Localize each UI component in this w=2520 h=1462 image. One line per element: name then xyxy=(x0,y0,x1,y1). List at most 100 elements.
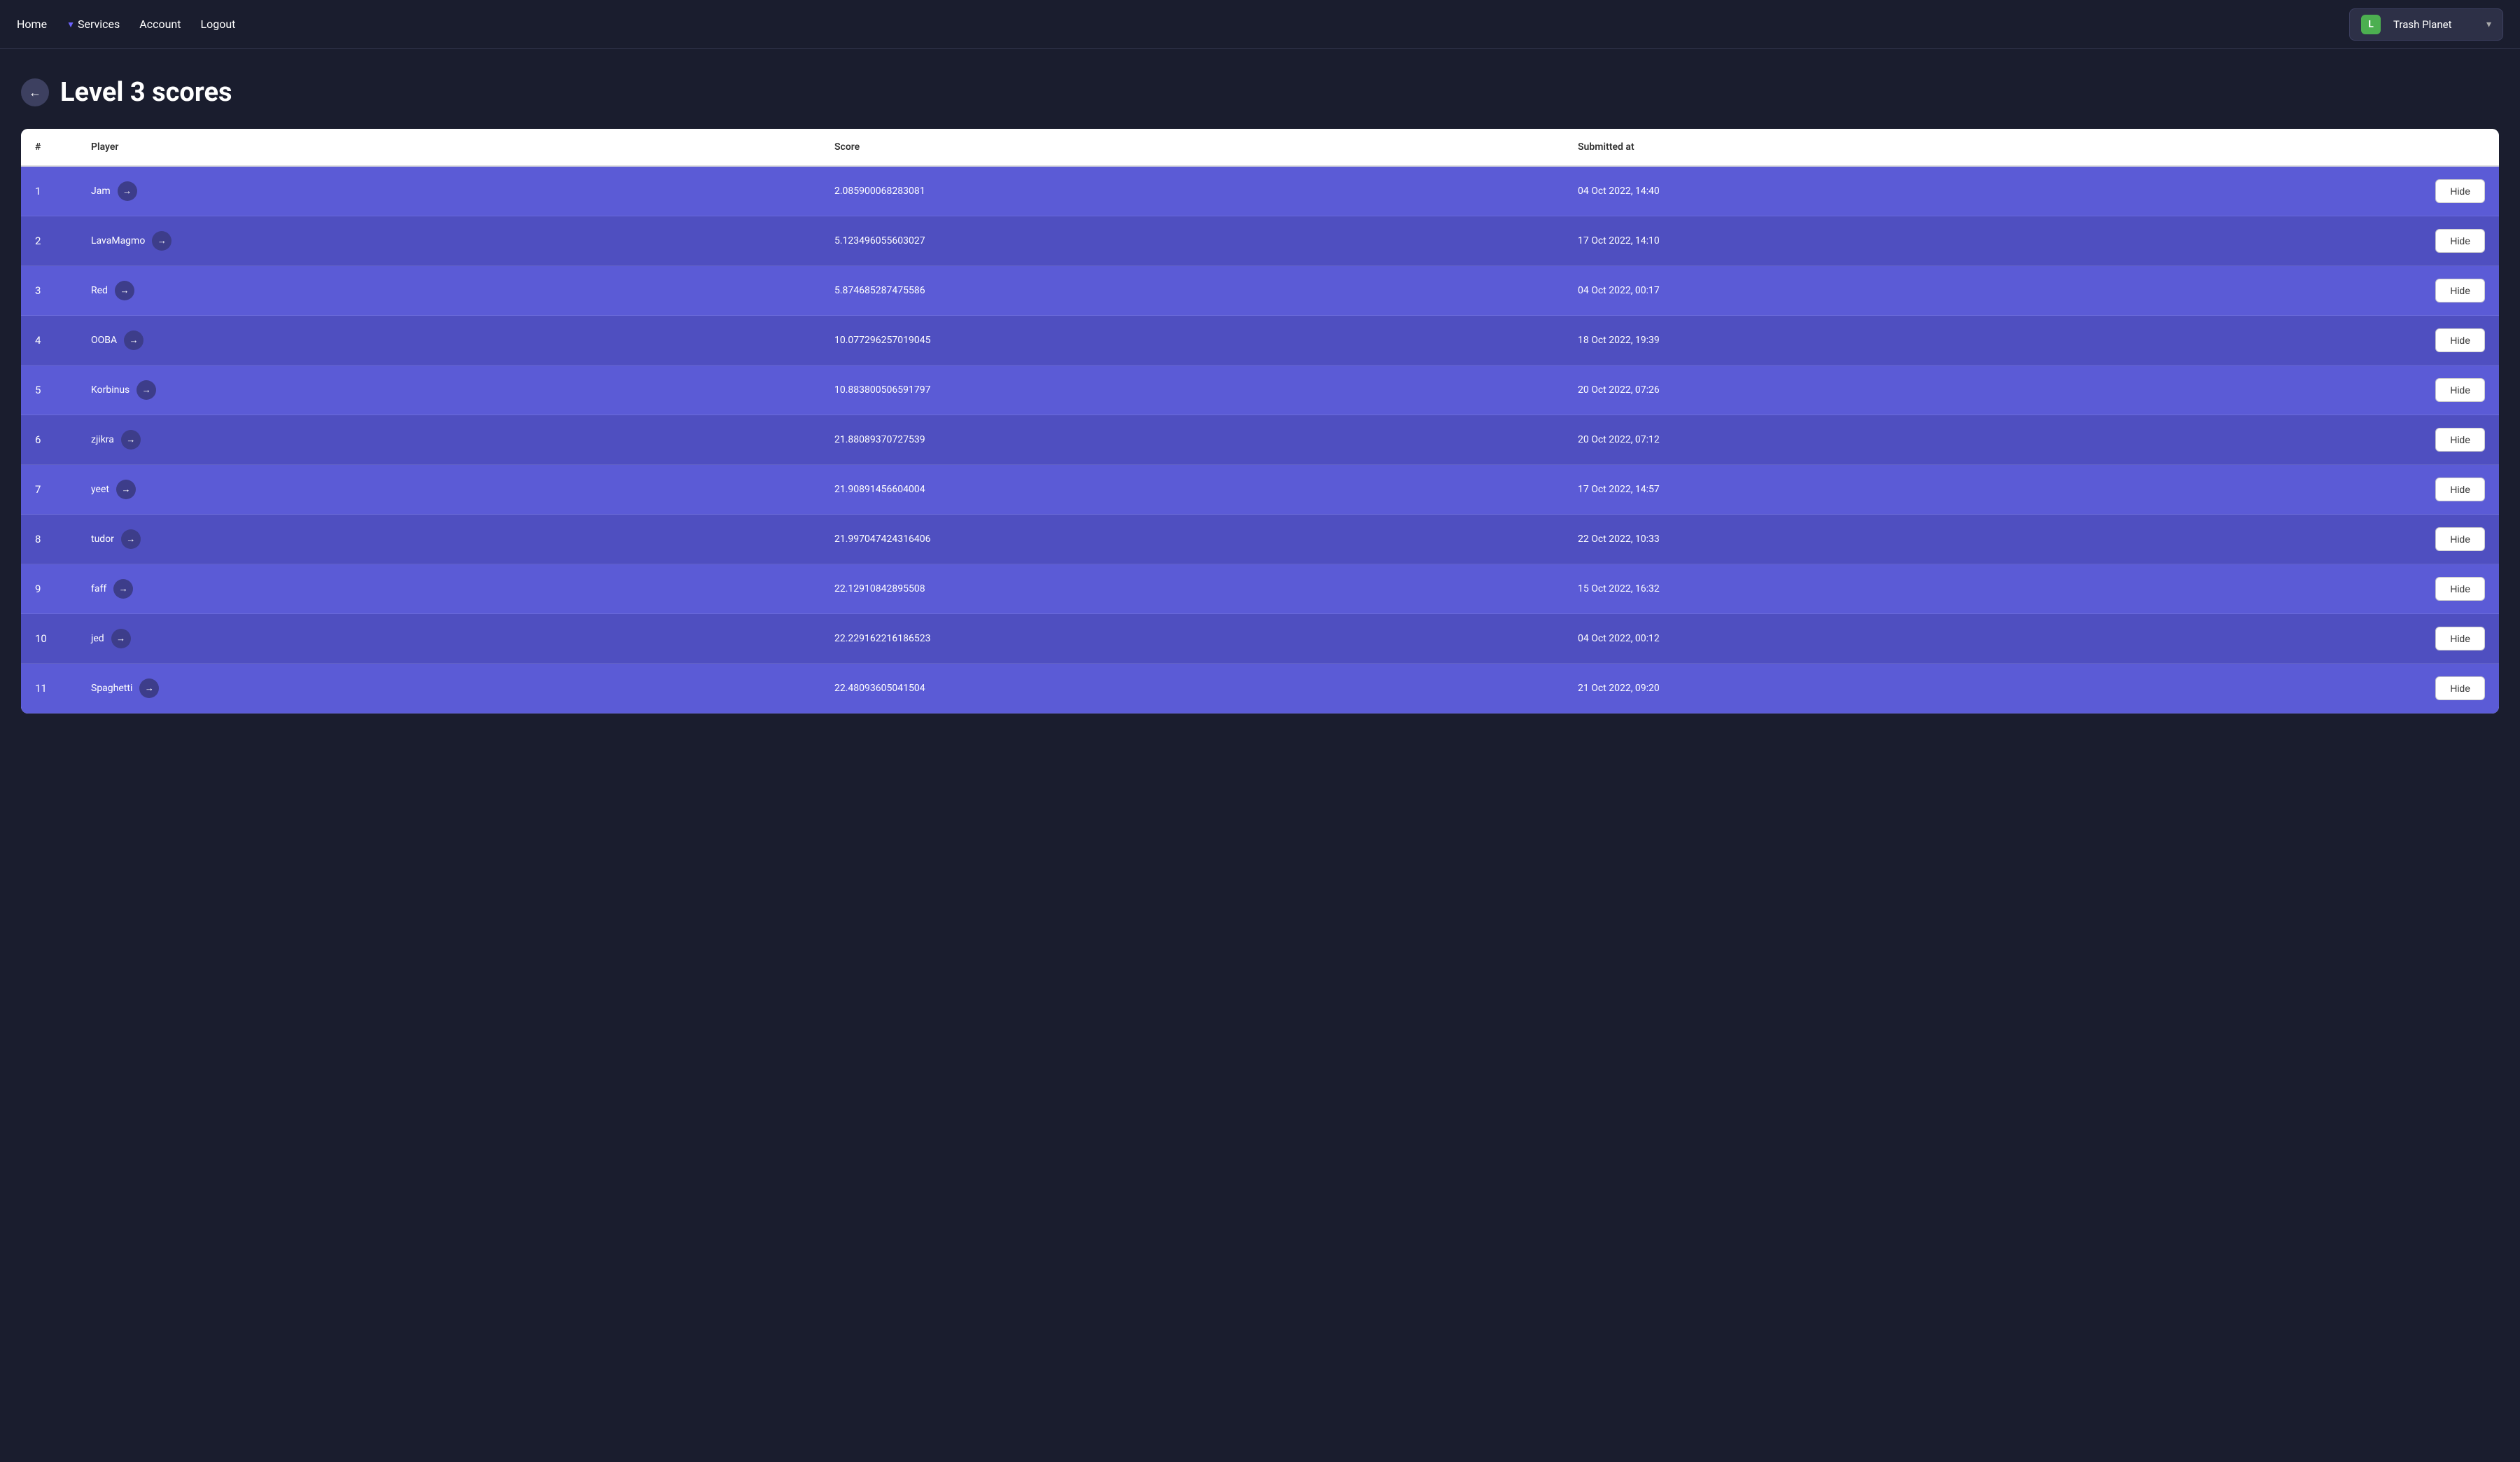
player-name: yeet xyxy=(91,484,109,495)
player-link-icon[interactable]: → xyxy=(116,480,136,499)
score-cell: 22.229162216186523 xyxy=(820,614,1564,664)
workspace-name: Trash Planet xyxy=(2393,18,2479,31)
score-cell: 21.997047424316406 xyxy=(820,515,1564,564)
hide-button[interactable]: Hide xyxy=(2435,328,2485,352)
hide-button[interactable]: Hide xyxy=(2435,428,2485,452)
back-button[interactable]: ← xyxy=(21,78,49,106)
score-cell: 22.48093605041504 xyxy=(820,664,1564,713)
rank-cell: 9 xyxy=(21,564,77,614)
table-header-row: # Player Score Submitted at xyxy=(21,129,2499,166)
table-row: 10 jed → 22.229162216186523 04 Oct 2022,… xyxy=(21,614,2499,664)
navbar-right: L Trash Planet ▾ xyxy=(2349,8,2503,41)
submitted-at-cell: 22 Oct 2022, 10:33 xyxy=(1564,515,2183,564)
submitted-at-cell: 20 Oct 2022, 07:26 xyxy=(1564,366,2183,415)
rank-cell: 10 xyxy=(21,614,77,664)
table-row: 1 Jam → 2.085900068283081 04 Oct 2022, 1… xyxy=(21,166,2499,216)
action-cell: Hide xyxy=(2183,614,2499,664)
score-cell: 5.123496055603027 xyxy=(820,216,1564,266)
col-score: Score xyxy=(820,129,1564,166)
player-name: LavaMagmo xyxy=(91,235,145,246)
rank-cell: 8 xyxy=(21,515,77,564)
scores-table: # Player Score Submitted at 1 Jam → 2.08… xyxy=(21,129,2499,713)
rank-cell: 7 xyxy=(21,465,77,515)
hide-button[interactable]: Hide xyxy=(2435,229,2485,253)
action-cell: Hide xyxy=(2183,465,2499,515)
score-cell: 2.085900068283081 xyxy=(820,166,1564,216)
player-link-icon[interactable]: → xyxy=(139,678,159,698)
hide-button[interactable]: Hide xyxy=(2435,478,2485,501)
submitted-at-cell: 20 Oct 2022, 07:12 xyxy=(1564,415,2183,465)
player-name: tudor xyxy=(91,534,114,545)
hide-button[interactable]: Hide xyxy=(2435,179,2485,203)
player-cell: tudor → xyxy=(77,515,820,564)
player-cell: faff → xyxy=(77,564,820,614)
hide-button[interactable]: Hide xyxy=(2435,279,2485,302)
hide-button[interactable]: Hide xyxy=(2435,378,2485,402)
player-cell: LavaMagmo → xyxy=(77,216,820,266)
player-name: jed xyxy=(91,633,104,644)
score-cell: 10.883800506591797 xyxy=(820,366,1564,415)
services-dropdown-icon: ▼ xyxy=(66,20,75,29)
rank-cell: 5 xyxy=(21,366,77,415)
action-cell: Hide xyxy=(2183,366,2499,415)
nav-logout[interactable]: Logout xyxy=(200,18,235,31)
nav-services[interactable]: ▼ Services xyxy=(66,18,120,31)
rank-cell: 6 xyxy=(21,415,77,465)
player-cell: OOBA → xyxy=(77,316,820,366)
action-cell: Hide xyxy=(2183,166,2499,216)
player-link-icon[interactable]: → xyxy=(115,281,134,300)
player-link-icon[interactable]: → xyxy=(113,579,133,599)
col-submitted-at: Submitted at xyxy=(1564,129,2183,166)
col-actions xyxy=(2183,129,2499,166)
table-row: 3 Red → 5.874685287475586 04 Oct 2022, 0… xyxy=(21,266,2499,316)
table-row: 7 yeet → 21.90891456604004 17 Oct 2022, … xyxy=(21,465,2499,515)
hide-button[interactable]: Hide xyxy=(2435,577,2485,601)
score-cell: 5.874685287475586 xyxy=(820,266,1564,316)
hide-button[interactable]: Hide xyxy=(2435,527,2485,551)
player-name: Korbinus xyxy=(91,384,130,396)
score-cell: 10.077296257019045 xyxy=(820,316,1564,366)
rank-cell: 11 xyxy=(21,664,77,713)
player-cell: Jam → xyxy=(77,166,820,216)
table-row: 11 Spaghetti → 22.48093605041504 21 Oct … xyxy=(21,664,2499,713)
submitted-at-cell: 18 Oct 2022, 19:39 xyxy=(1564,316,2183,366)
col-rank: # xyxy=(21,129,77,166)
player-link-icon[interactable]: → xyxy=(152,231,172,251)
table-row: 5 Korbinus → 10.883800506591797 20 Oct 2… xyxy=(21,366,2499,415)
rank-cell: 3 xyxy=(21,266,77,316)
hide-button[interactable]: Hide xyxy=(2435,627,2485,650)
player-name: Red xyxy=(91,285,108,296)
player-name: faff xyxy=(91,583,106,594)
page-header: ← Level 3 scores xyxy=(21,77,2499,108)
player-name: OOBA xyxy=(91,335,117,346)
player-link-icon[interactable]: → xyxy=(121,430,141,450)
player-cell: Spaghetti → xyxy=(77,664,820,713)
workspace-chevron-icon: ▾ xyxy=(2486,19,2491,30)
player-link-icon[interactable]: → xyxy=(111,629,131,648)
score-cell: 21.88089370727539 xyxy=(820,415,1564,465)
score-cell: 22.12910842895508 xyxy=(820,564,1564,614)
navbar-left: Home ▼ Services Account Logout xyxy=(17,18,235,31)
table-row: 8 tudor → 21.997047424316406 22 Oct 2022… xyxy=(21,515,2499,564)
player-name: zjikra xyxy=(91,434,114,445)
submitted-at-cell: 17 Oct 2022, 14:10 xyxy=(1564,216,2183,266)
player-cell: yeet → xyxy=(77,465,820,515)
rank-cell: 2 xyxy=(21,216,77,266)
player-link-icon[interactable]: → xyxy=(124,330,144,350)
table-row: 9 faff → 22.12910842895508 15 Oct 2022, … xyxy=(21,564,2499,614)
player-name: Spaghetti xyxy=(91,683,132,694)
hide-button[interactable]: Hide xyxy=(2435,676,2485,700)
col-player: Player xyxy=(77,129,820,166)
player-link-icon[interactable]: → xyxy=(121,529,141,549)
rank-cell: 1 xyxy=(21,166,77,216)
workspace-selector[interactable]: L Trash Planet ▾ xyxy=(2349,8,2503,41)
action-cell: Hide xyxy=(2183,216,2499,266)
player-cell: Red → xyxy=(77,266,820,316)
nav-account[interactable]: Account xyxy=(139,18,181,31)
action-cell: Hide xyxy=(2183,266,2499,316)
player-link-icon[interactable]: → xyxy=(118,181,137,201)
player-link-icon[interactable]: → xyxy=(136,380,156,400)
nav-home[interactable]: Home xyxy=(17,18,47,31)
submitted-at-cell: 21 Oct 2022, 09:20 xyxy=(1564,664,2183,713)
page-title: Level 3 scores xyxy=(60,77,232,108)
